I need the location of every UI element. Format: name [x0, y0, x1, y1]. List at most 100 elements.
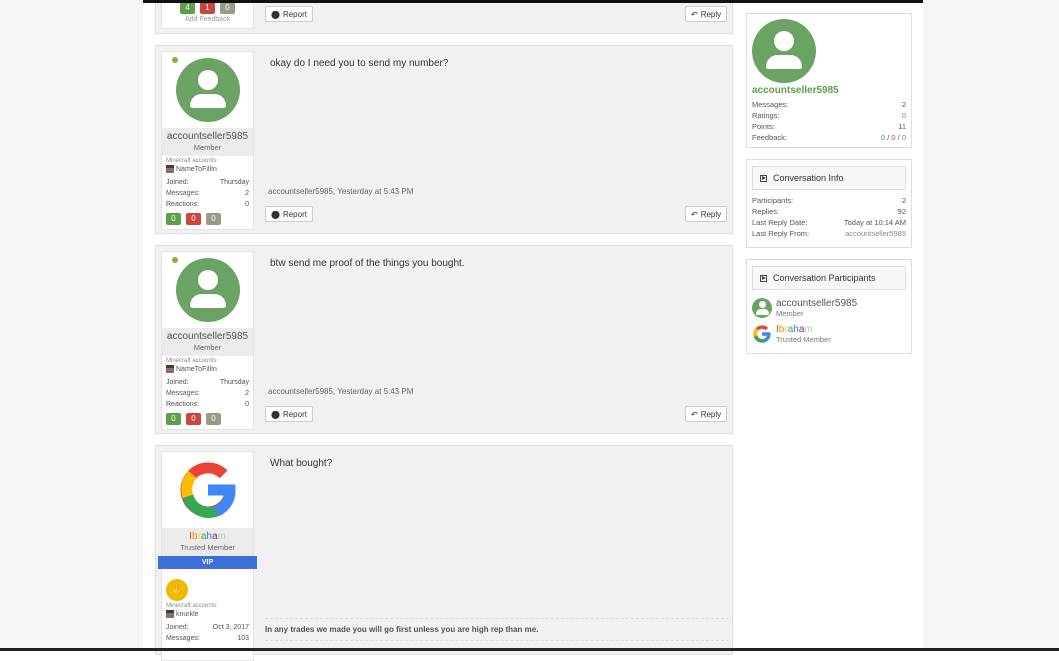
info-last-from: Last Reply From: accountseller5985: [752, 229, 906, 238]
feedback-neutral[interactable]: 0: [220, 2, 235, 14]
user-card-partial: 4 1 0 Add Feedback: [161, 0, 254, 29]
feedback-ratings: 0 0 0: [166, 413, 249, 427]
signature-divider: [265, 618, 729, 619]
mc-account: NameToFillIn: [166, 365, 249, 373]
minecraft-head-icon: [166, 610, 174, 618]
online-indicator: [172, 257, 178, 263]
minecraft-head-icon: [166, 365, 174, 373]
avatar: [175, 58, 240, 122]
feedback-ratings: 0 0 0: [166, 213, 249, 227]
report-button[interactable]: ⬤ Report: [265, 406, 313, 422]
feedback-negative[interactable]: 0: [186, 413, 201, 425]
report-icon: ⬤: [271, 209, 280, 219]
participant-title: Trusted Member: [776, 335, 831, 344]
avatar: [175, 258, 240, 322]
user-name-box: accountseller5985 Member: [162, 328, 253, 356]
google-logo-icon: [180, 462, 235, 518]
reactions-row: Reactions: 0: [166, 401, 249, 408]
mc-accounts-label: Minecraft accounts:: [166, 603, 219, 609]
mc-account: knurkle: [166, 610, 249, 618]
stat-points: Points: 11: [752, 122, 906, 131]
username[interactable]: accountseller5985: [162, 131, 253, 142]
panel-icon: [760, 174, 767, 182]
report-button[interactable]: ⬤ Report: [265, 6, 313, 22]
user-card: Ibraham Trusted Member VIP ✋ Minecraft a…: [158, 451, 257, 661]
joined-row: Joined: Thursday: [166, 179, 249, 186]
message-text: btw send me proof of the things you boug…: [270, 258, 465, 269]
participants-header: Conversation Participants: [752, 266, 906, 290]
mc-accounts-label: Minecraft accounts:: [166, 358, 219, 364]
username[interactable]: Ibraham: [162, 531, 253, 542]
feedback-positive[interactable]: 4: [180, 2, 195, 14]
user-extra: Minecraft accounts: NameToFillIn Joined:…: [162, 156, 253, 229]
reply-button[interactable]: ↶ Reply: [685, 206, 728, 222]
mc-accounts-label: Minecraft accounts:: [166, 158, 219, 164]
feedback-ratings: 4 1 0: [162, 2, 253, 16]
mc-account: NameToFillIn: [166, 165, 249, 173]
avatar-container[interactable]: [162, 52, 253, 128]
user-name-box: accountseller5985 Member: [162, 128, 253, 156]
online-indicator: [172, 57, 178, 63]
message-text: What bought?: [270, 458, 333, 469]
participant-item[interactable]: accountseller5985 Member: [747, 295, 911, 321]
user-card: accountseller5985 Member Minecraft accou…: [161, 251, 254, 430]
message-meta[interactable]: accountseller5985, Yesterday at 5:43 PM: [268, 387, 413, 396]
feedback-negative[interactable]: 1: [200, 2, 215, 14]
sidebar-username[interactable]: accountseller5985: [752, 85, 839, 96]
panel-icon: [760, 274, 767, 282]
top-border: [143, 0, 923, 3]
joined-row: Joined: Thursday: [166, 379, 249, 386]
report-icon: ⬤: [271, 9, 280, 19]
messages-row: Messages: 2: [166, 390, 249, 397]
participant-name[interactable]: Ibraham: [776, 324, 831, 335]
feedback-neutral[interactable]: 0: [206, 213, 221, 225]
user-title: Member: [193, 143, 222, 152]
user-title: Trusted Member: [180, 543, 235, 552]
conversation-participants-panel: Conversation Participants accountseller5…: [746, 259, 912, 354]
trade-badge-icon: ✋: [166, 579, 188, 601]
add-feedback-link[interactable]: Add Feedback: [162, 16, 253, 23]
feedback-negative[interactable]: 0: [186, 213, 201, 225]
info-last-date: Last Reply Date: Today at 10:14 AM: [752, 218, 906, 227]
participant-item[interactable]: Ibraham Trusted Member: [747, 321, 911, 347]
info-replies: Replies: 92: [752, 207, 906, 216]
sidebar-avatar[interactable]: [752, 19, 816, 83]
report-icon: ⬤: [271, 409, 280, 419]
avatar: [752, 298, 772, 318]
sidebar-stats: Messages: 2 Ratings: 0 Points: 11 Feedback:…: [747, 99, 911, 143]
reply-button[interactable]: ↶ Reply: [685, 406, 728, 422]
avatar-container[interactable]: [162, 252, 253, 328]
user-extra: ✋ Minecraft accounts: knurkle Joined: Oct…: [162, 577, 253, 646]
signature-divider-bottom: [265, 640, 729, 641]
stat-ratings: Ratings: 0: [752, 111, 906, 120]
conversation-info-header: Conversation Info: [752, 166, 906, 190]
report-button[interactable]: ⬤ Report: [265, 206, 313, 222]
feedback-positive[interactable]: 0: [166, 213, 181, 225]
stat-feedback: Feedback: 0 / 0 / 0: [752, 133, 906, 142]
content-wrapper: 4 1 0 Add Feedback ⬤ Report ↶ Reply accoun…: [143, 0, 923, 661]
joined-row: Joined: Oct 3, 2017: [166, 624, 249, 631]
message-text: okay do I need you to send my number?: [270, 58, 449, 69]
reactions-row: Reactions: 0: [166, 201, 249, 208]
username[interactable]: accountseller5985: [162, 331, 253, 342]
reply-button[interactable]: ↶ Reply: [685, 6, 728, 22]
sidebar-profile: accountseller5985 Messages: 2 Ratings: 0 P…: [746, 13, 912, 148]
user-extra: Minecraft accounts: NameToFillIn Joined:…: [162, 356, 253, 429]
info-participants: Participants: 2: [752, 196, 906, 205]
message-meta[interactable]: accountseller5985, Yesterday at 5:43 PM: [268, 187, 413, 196]
vip-badge: VIP: [158, 556, 257, 569]
message-post: Ibraham Trusted Member VIP ✋ Minecraft a…: [155, 445, 733, 661]
conversation-info-panel: Conversation Info Participants: 2 Replies…: [746, 159, 912, 248]
feedback-neutral[interactable]: 0: [206, 413, 221, 425]
avatar-container[interactable]: [162, 452, 253, 528]
messages-row: Messages: 103: [166, 635, 249, 642]
user-title: Member: [193, 343, 222, 352]
participant-name[interactable]: accountseller5985: [776, 298, 857, 309]
reply-icon: ↶: [691, 209, 698, 219]
participant-title: Member: [776, 309, 804, 318]
feedback-positive[interactable]: 0: [166, 413, 181, 425]
message-partial-top: 4 1 0 Add Feedback ⬤ Report ↶ Reply: [155, 0, 733, 34]
google-logo-icon: [753, 325, 771, 343]
message-post: accountseller5985 Member Minecraft accou…: [155, 245, 733, 434]
signature-text: In any trades we made you will go first …: [265, 625, 539, 634]
